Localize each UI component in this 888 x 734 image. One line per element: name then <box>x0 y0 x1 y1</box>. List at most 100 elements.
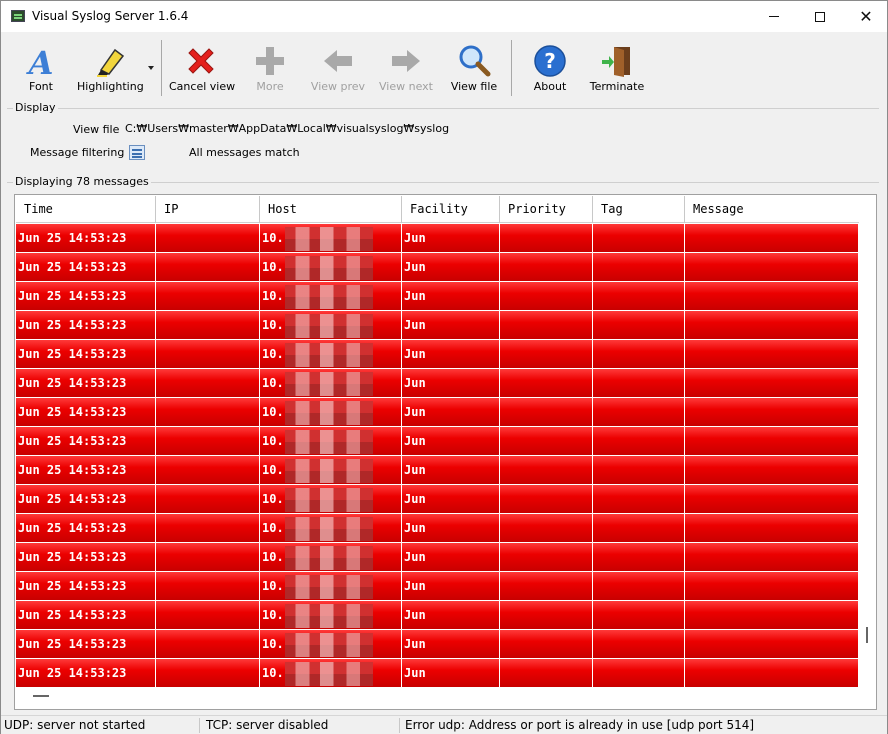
cell-facility: Jun <box>402 311 500 339</box>
table-row[interactable]: Jun 25 14:53:23 10. Jun <box>16 630 859 659</box>
cell-time: Jun 25 14:53:23 <box>16 398 156 426</box>
cell-tag <box>593 630 685 658</box>
column-header-tag[interactable]: Tag <box>593 196 685 223</box>
status-tcp: TCP: server disabled <box>206 718 329 732</box>
cell-priority <box>500 224 593 252</box>
cell-message <box>685 572 859 600</box>
cell-priority <box>500 485 593 513</box>
cell-facility: Jun <box>402 340 500 368</box>
table-row[interactable]: Jun 25 14:53:23 10. Jun <box>16 659 859 688</box>
table-row[interactable]: Jun 25 14:53:23 10. Jun <box>16 572 859 601</box>
cell-facility: Jun <box>402 224 500 252</box>
column-header-host[interactable]: Host <box>260 196 402 223</box>
highlighting-button[interactable]: Highlighting <box>77 40 144 96</box>
view-file-button[interactable]: View file <box>447 40 501 96</box>
cell-host: 10. <box>260 340 402 368</box>
window-title: Visual Syslog Server 1.6.4 <box>32 9 189 23</box>
highlighter-icon <box>97 48 125 77</box>
cell-host: 10. <box>260 659 402 687</box>
view-next-button[interactable]: View next <box>377 40 435 96</box>
terminate-button[interactable]: Terminate <box>587 40 647 96</box>
table-row[interactable]: Jun 25 14:53:23 10. Jun <box>16 601 859 630</box>
cell-ip <box>156 456 260 484</box>
filter-icon-line <box>132 153 142 155</box>
cell-tag <box>593 253 685 281</box>
cancel-view-button[interactable]: Cancel view <box>169 40 236 96</box>
column-header-message[interactable]: Message <box>685 196 859 223</box>
cell-tag <box>593 340 685 368</box>
display-group-border <box>7 108 879 109</box>
cell-time: Jun 25 14:53:23 <box>16 601 156 629</box>
cell-host: 10. <box>260 456 402 484</box>
close-button[interactable]: ✕ <box>843 1 888 32</box>
table-row[interactable]: Jun 25 14:53:23 10. Jun <box>16 282 859 311</box>
view-file-button-label: View file <box>450 80 498 93</box>
cell-facility: Jun <box>402 514 500 542</box>
cell-host: 10. <box>260 485 402 513</box>
cell-time: Jun 25 14:53:23 <box>16 485 156 513</box>
more-button[interactable]: More <box>245 40 295 96</box>
status-bar: UDP: server not started TCP: server disa… <box>1 715 887 734</box>
cell-priority <box>500 572 593 600</box>
table-row[interactable]: Jun 25 14:53:23 10. Jun <box>16 224 859 253</box>
table-row[interactable]: Jun 25 14:53:23 10. Jun <box>16 398 859 427</box>
filter-button[interactable] <box>129 145 145 160</box>
cell-ip <box>156 369 260 397</box>
cell-facility: Jun <box>402 398 500 426</box>
title-bar: Visual Syslog Server 1.6.4 ✕ <box>1 1 887 32</box>
table-row[interactable]: Jun 25 14:53:23 10. Jun <box>16 253 859 282</box>
about-button[interactable]: ? About <box>525 40 575 96</box>
view-prev-button[interactable]: View prev <box>309 40 367 96</box>
cell-host: 10. <box>260 224 402 252</box>
table-row[interactable]: Jun 25 14:53:23 10. Jun <box>16 514 859 543</box>
cancel-view-button-label: Cancel view <box>169 80 236 93</box>
font-button[interactable]: A Font <box>15 40 67 96</box>
terminate-button-label: Terminate <box>589 80 645 93</box>
cell-host: 10. <box>260 514 402 542</box>
cell-message <box>685 224 859 252</box>
column-header-facility[interactable]: Facility <box>402 196 500 223</box>
exit-door-icon <box>602 47 630 77</box>
messages-table[interactable]: Time IP Host Facility Priority Tag Messa… <box>14 194 877 710</box>
cell-time: Jun 25 14:53:23 <box>16 340 156 368</box>
cell-ip <box>156 514 260 542</box>
table-row[interactable]: Jun 25 14:53:23 10. Jun <box>16 311 859 340</box>
highlighting-dropdown-arrow-icon[interactable] <box>148 66 154 70</box>
cell-facility: Jun <box>402 485 500 513</box>
view-file-path: C:₩Users₩master₩AppData₩Local₩visualsysl… <box>125 122 450 135</box>
cell-priority <box>500 630 593 658</box>
cell-ip <box>156 340 260 368</box>
cell-ip <box>156 224 260 252</box>
table-row[interactable]: Jun 25 14:53:23 10. Jun <box>16 543 859 572</box>
cell-tag <box>593 543 685 571</box>
cell-message <box>685 659 859 687</box>
view-file-label: View file <box>73 123 120 136</box>
view-next-button-label: View next <box>379 80 433 93</box>
horizontal-scrollbar-thumb[interactable] <box>33 695 49 697</box>
cell-priority <box>500 253 593 281</box>
table-row[interactable]: Jun 25 14:53:23 10. Jun <box>16 369 859 398</box>
cell-host: 10. <box>260 543 402 571</box>
cell-ip <box>156 398 260 426</box>
cell-host: 10. <box>260 369 402 397</box>
cancel-x-icon <box>188 48 214 74</box>
table-row[interactable]: Jun 25 14:53:23 10. Jun <box>16 485 859 514</box>
table-row[interactable]: Jun 25 14:53:23 10. Jun <box>16 427 859 456</box>
cell-time: Jun 25 14:53:23 <box>16 630 156 658</box>
minimize-button[interactable] <box>751 1 797 32</box>
table-row[interactable]: Jun 25 14:53:23 10. Jun <box>16 456 859 485</box>
column-header-priority[interactable]: Priority <box>500 196 593 223</box>
table-row[interactable]: Jun 25 14:53:23 10. Jun <box>16 340 859 369</box>
column-header-time[interactable]: Time <box>16 196 156 223</box>
help-icon: ? <box>534 45 566 77</box>
cell-facility: Jun <box>402 572 500 600</box>
vertical-scrollbar-thumb[interactable] <box>866 627 868 643</box>
column-header-ip[interactable]: IP <box>156 196 260 223</box>
maximize-button[interactable] <box>797 1 843 32</box>
cell-priority <box>500 514 593 542</box>
close-icon: ✕ <box>859 6 873 26</box>
minimize-icon <box>769 16 779 17</box>
cell-time: Jun 25 14:53:23 <box>16 224 156 252</box>
cell-time: Jun 25 14:53:23 <box>16 514 156 542</box>
cell-priority <box>500 456 593 484</box>
